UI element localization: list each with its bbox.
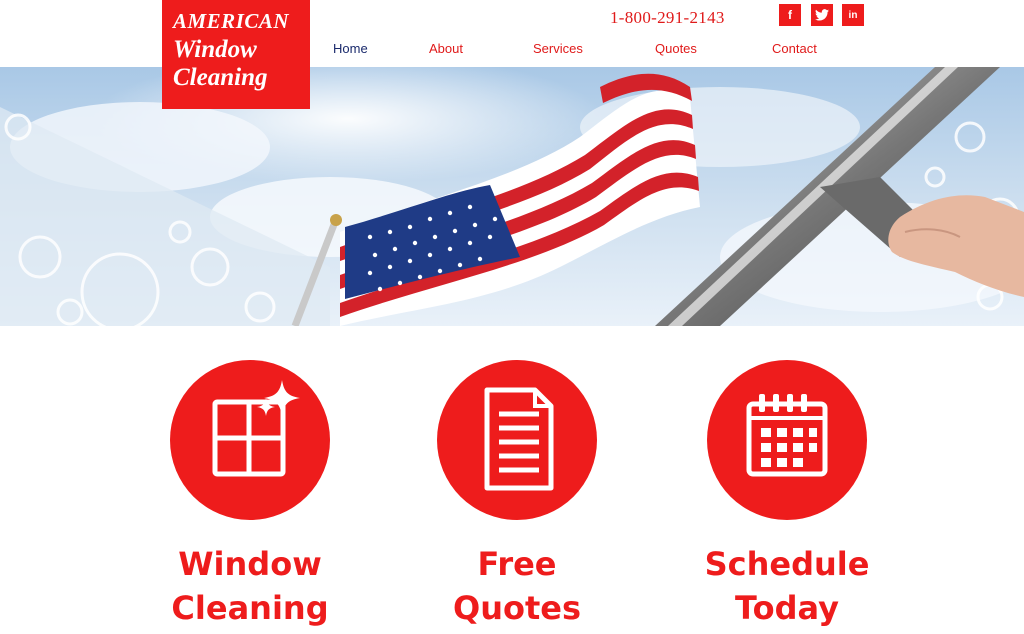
feature-circle[interactable]	[707, 360, 867, 520]
feature-title[interactable]: Free Quotes	[387, 542, 647, 630]
twitter-icon[interactable]	[811, 4, 833, 26]
feature-circle[interactable]	[437, 360, 597, 520]
nav-about[interactable]: About	[429, 41, 463, 56]
feature-title[interactable]: Window Cleaning	[120, 542, 380, 630]
nav-home[interactable]: Home	[333, 41, 368, 56]
nav-services[interactable]: Services	[533, 41, 583, 56]
brand-line2: Window	[173, 36, 257, 63]
hero-image	[0, 67, 1024, 326]
brand-line3: Cleaning	[173, 64, 268, 91]
document-icon	[484, 387, 554, 491]
nav-quotes[interactable]: Quotes	[655, 41, 697, 56]
brand-line1: AMERICAN	[173, 9, 290, 33]
linkedin-icon[interactable]: in	[842, 4, 864, 26]
feature-title[interactable]: Schedule Today	[657, 542, 917, 630]
nav-contact[interactable]: Contact	[772, 41, 817, 56]
phone-number[interactable]: 1-800-291-2143	[610, 8, 725, 28]
calendar-icon	[746, 394, 828, 477]
facebook-icon[interactable]: f	[779, 4, 801, 26]
feature-circle[interactable]	[170, 360, 330, 520]
hero-banner	[0, 67, 1024, 326]
brand-logo[interactable]: AMERICAN Window Cleaning	[162, 0, 310, 109]
window-sparkle-icon	[212, 380, 300, 477]
